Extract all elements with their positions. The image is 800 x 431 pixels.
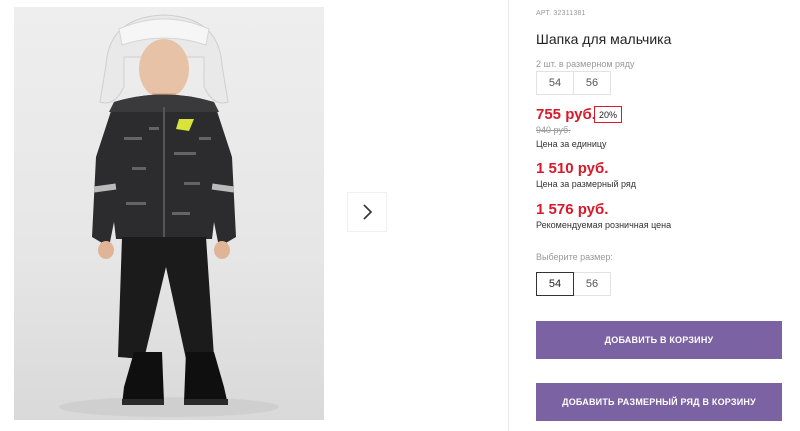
pack-size-list: 54 56: [536, 71, 611, 95]
size-option-54[interactable]: 54: [536, 272, 574, 296]
old-price: 940 руб.: [536, 125, 571, 135]
retail-price-caption: Рекомендуемая розничная цена: [536, 220, 672, 230]
size-option-56[interactable]: 56: [573, 272, 611, 296]
pack-price-caption: Цена за размерный ряд: [536, 179, 637, 189]
retail-price: 1 576 руб.: [536, 201, 609, 218]
size-picker: 54 56: [536, 272, 611, 296]
product-photo-illustration: [59, 14, 279, 417]
product-gallery: [0, 0, 508, 431]
unit-price: 755 руб.: [536, 106, 596, 123]
discount-badge: 20%: [594, 106, 623, 123]
pack-size-label: 2 шт. в размерном ряду: [536, 59, 635, 69]
pack-size-item: 54: [536, 71, 574, 95]
column-divider: [508, 0, 509, 431]
product-title: Шапка для мальчика: [536, 31, 672, 47]
pack-price: 1 510 руб.: [536, 160, 609, 177]
chevron-right-icon: [363, 204, 373, 220]
add-pack-to-cart-button[interactable]: ДОБАВИТЬ РАЗМЕРНЫЙ РЯД В КОРЗИНУ: [536, 383, 782, 421]
article-number: АРТ. 32311381: [536, 10, 586, 17]
unit-price-caption: Цена за единицу: [536, 139, 607, 149]
gallery-next-button[interactable]: [348, 193, 386, 231]
pack-size-item: 56: [573, 71, 611, 95]
choose-size-label: Выберите размер:: [536, 252, 613, 262]
add-to-cart-button[interactable]: ДОБАВИТЬ В КОРЗИНУ: [536, 321, 782, 359]
product-photo: [14, 7, 324, 420]
